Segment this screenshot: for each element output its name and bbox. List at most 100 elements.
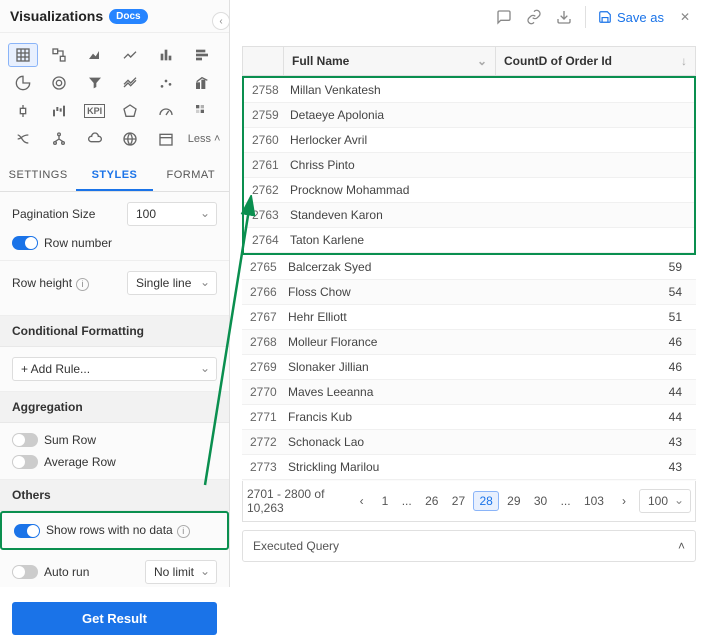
chart-funnel-icon[interactable] [80,71,110,95]
table-row[interactable]: 2762Procknow Mohammad [244,178,694,203]
cell-value [496,178,694,202]
chart-area-icon[interactable] [80,43,110,67]
pager-next[interactable]: › [617,492,631,510]
cell-value: 43 [498,455,696,479]
chart-heatmap-icon[interactable] [187,99,217,123]
row-number-toggle[interactable] [12,236,38,250]
less-toggle[interactable]: Less ˄ [187,127,221,151]
pager-page[interactable]: 30 [529,492,552,510]
no-limit-select[interactable]: No limit [145,560,217,584]
cell-rownum: 2766 [242,280,280,304]
table-row[interactable]: 2763Standeven Karon [244,203,694,228]
row-height-select[interactable]: Single line [127,271,217,295]
table-row[interactable]: 2760Herlocker Avril [244,128,694,153]
divider [585,6,586,28]
cell-value [496,228,694,252]
pager-page[interactable]: ... [556,492,576,510]
cell-name: Schonack Lao [280,430,498,454]
chart-pivot-icon[interactable] [44,43,74,67]
table-row[interactable]: 2766Floss Chow54 [242,280,696,305]
chart-wordcloud-icon[interactable] [80,127,110,151]
chart-gauge-icon[interactable] [151,99,181,123]
aggregation-header: Aggregation [0,392,229,423]
save-as-label: Save as [617,10,664,25]
chart-tree-icon[interactable] [44,127,74,151]
info-icon[interactable]: i [177,525,190,538]
chart-combo-icon[interactable] [187,71,217,95]
chart-kpi-icon[interactable]: KPI [80,99,110,123]
executed-query-toggle[interactable]: Executed Query ˄ [242,530,696,562]
cell-value: 54 [498,280,696,304]
pager-page[interactable]: 28 [473,491,498,511]
chart-table-icon[interactable] [8,43,38,67]
chart-waterfall-icon[interactable] [44,99,74,123]
table-row[interactable]: 2771Francis Kub44 [242,405,696,430]
table-row[interactable]: 2761Chriss Pinto [244,153,694,178]
table-row[interactable]: 2764Taton Karlene [244,228,694,253]
chart-bar-icon[interactable] [151,43,181,67]
table-row[interactable]: 2765Balcerzak Syed59 [242,255,696,280]
pager-page[interactable]: 29 [502,492,525,510]
get-result-button[interactable]: Get Result [12,602,217,635]
table-row[interactable]: 2773Strickling Marilou43 [242,455,696,480]
download-icon[interactable] [555,8,573,26]
cell-rownum: 2774 [242,480,280,481]
cell-name: Detaeye Apolonia [282,103,496,127]
tab-settings[interactable]: SETTINGS [0,161,76,191]
cell-name: Floss Chow [280,280,498,304]
pagination-size-label: Pagination Size [12,207,95,221]
pager-page[interactable]: 103 [579,492,609,510]
table-row[interactable]: 2758Millan Venkatesh [244,78,694,103]
cell-name: Herlocker Avril [282,128,496,152]
col-count[interactable]: CountD of Order Id↓ [495,47,695,75]
pager-page[interactable]: ... [397,492,417,510]
cell-rownum: 2765 [242,255,280,279]
comment-icon[interactable] [495,8,513,26]
chart-line-icon[interactable] [115,43,145,67]
link-icon[interactable] [525,8,543,26]
chart-calendar-icon[interactable] [151,127,181,151]
tab-format[interactable]: FORMAT [153,161,229,191]
col-rownum[interactable] [243,47,283,75]
chevron-up-icon: ˄ [678,539,685,553]
chart-sankey-icon[interactable] [8,127,38,151]
cell-name: Procknow Mohammad [282,178,496,202]
tab-styles[interactable]: STYLES [76,161,152,191]
collapse-sidebar-icon[interactable]: ‹ [212,12,230,30]
cell-rownum: 2769 [242,355,280,379]
chart-donut-icon[interactable] [44,71,74,95]
cell-value: 46 [498,330,696,354]
chart-stackedline-icon[interactable] [115,71,145,95]
show-no-data-toggle[interactable] [14,524,40,538]
auto-run-toggle[interactable] [12,565,38,579]
pager-page[interactable]: 1 [377,492,394,510]
cell-value: 44 [498,405,696,429]
chart-map-icon[interactable] [115,127,145,151]
pager-page[interactable]: 27 [447,492,470,510]
chart-hbar-icon[interactable] [187,43,217,67]
pager-size-select[interactable]: 100 [639,489,691,513]
table-row[interactable]: 2759Detaeye Apolonia [244,103,694,128]
table-row[interactable]: 2769Slonaker Jillian46 [242,355,696,380]
table-row[interactable]: 2772Schonack Lao43 [242,430,696,455]
pagination-size-select[interactable]: 100 [127,202,217,226]
cell-rownum: 2772 [242,430,280,454]
chart-pie-icon[interactable] [8,71,38,95]
chart-scatter-icon[interactable] [151,71,181,95]
pager-prev[interactable]: ‹ [355,492,369,510]
add-rule-select[interactable]: + Add Rule... [12,357,217,381]
docs-pill[interactable]: Docs [109,9,147,24]
table-row[interactable]: 2770Maves Leeanna44 [242,380,696,405]
table-row[interactable]: 2774Dahill Phebe42 [242,480,696,481]
table-row[interactable]: 2767Hehr Elliott51 [242,305,696,330]
col-fullname[interactable]: Full Name⌄ [283,47,495,75]
sum-row-toggle[interactable] [12,433,38,447]
chart-boxplot-icon[interactable] [8,99,38,123]
chart-polygon-icon[interactable] [115,99,145,123]
pager-page[interactable]: 26 [420,492,443,510]
avg-row-toggle[interactable] [12,455,38,469]
info-icon[interactable]: i [76,278,89,291]
table-row[interactable]: 2768Molleur Florance46 [242,330,696,355]
save-as-button[interactable]: Save as [598,10,664,25]
close-icon[interactable]: ✕ [676,8,694,26]
